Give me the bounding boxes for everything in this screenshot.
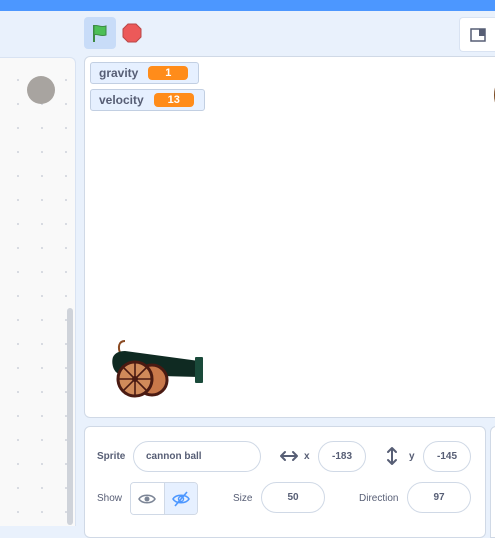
monitor-label: gravity: [99, 66, 139, 80]
y-arrows-icon: [387, 447, 397, 465]
green-flag-icon: [93, 24, 107, 42]
direction-input[interactable]: 97: [407, 482, 471, 513]
x-label: x: [304, 451, 310, 462]
monitor-value: 13: [153, 93, 194, 107]
visibility-toggle: [130, 482, 198, 515]
x-arrows-icon: [280, 451, 298, 461]
cannon-sprite[interactable]: [107, 333, 211, 399]
eye-icon: [138, 493, 157, 504]
x-value: -183: [331, 451, 352, 462]
direction-label: Direction: [359, 493, 399, 504]
sprite-name-input[interactable]: cannon ball: [133, 441, 261, 472]
menu-bar: [0, 0, 495, 11]
eye-slash-icon: [171, 490, 190, 507]
show-label: Show: [97, 493, 123, 504]
x-position-input[interactable]: -183: [318, 441, 366, 472]
stage-selector-edge[interactable]: [490, 426, 495, 538]
size-input[interactable]: 50: [261, 482, 325, 513]
monitor-value: 1: [148, 66, 189, 80]
workspace-scrollbar[interactable]: [67, 308, 73, 525]
y-position-input[interactable]: -145: [423, 441, 471, 472]
green-flag-button[interactable]: [84, 17, 116, 49]
sprite-label: Sprite: [97, 451, 126, 462]
stop-icon: [122, 23, 142, 43]
hide-sprite-button[interactable]: [164, 483, 197, 514]
sprite-name-value: cannon ball: [146, 451, 202, 462]
y-label: y: [409, 451, 415, 462]
code-workspace[interactable]: [0, 57, 76, 526]
stage[interactable]: gravity 1 velocity 13: [84, 56, 495, 418]
stage-layout-button[interactable]: [459, 17, 495, 52]
monitor-gravity[interactable]: gravity 1: [90, 62, 199, 84]
monitor-velocity[interactable]: velocity 13: [90, 89, 205, 111]
monitor-label: velocity: [99, 93, 144, 107]
direction-value: 97: [433, 492, 445, 503]
small-stage-icon: [470, 27, 486, 42]
size-value: 50: [287, 492, 299, 503]
size-label: Size: [233, 493, 253, 504]
y-value: -145: [436, 451, 457, 462]
show-sprite-button[interactable]: [131, 483, 165, 514]
stop-button[interactable]: [121, 22, 143, 44]
block-palette-dot[interactable]: [27, 76, 55, 104]
